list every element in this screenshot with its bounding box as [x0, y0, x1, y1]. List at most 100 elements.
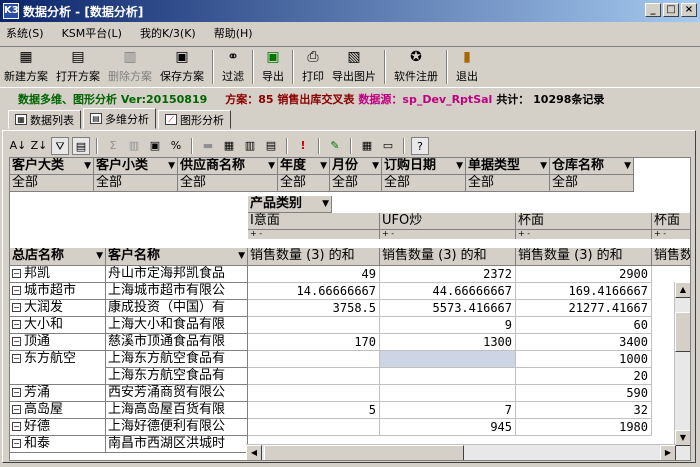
menu-help[interactable]: 帮助(H): [214, 25, 253, 41]
collapse-icon[interactable]: −: [12, 269, 21, 278]
alert-icon[interactable]: !: [294, 137, 312, 155]
print-button[interactable]: ⎙ 打印: [298, 47, 328, 87]
tab-chart[interactable]: ⟋ 图形分析: [158, 110, 231, 129]
collapse-icon[interactable]: −: [12, 439, 21, 448]
maximize-button[interactable]: □: [663, 3, 679, 17]
filter-warehouse[interactable]: 仓库名称 ▼: [550, 158, 634, 175]
document-icon[interactable]: ▭: [379, 137, 397, 155]
horizontal-scrollbar[interactable]: ◀ ▶: [246, 444, 676, 460]
scroll-up-icon[interactable]: ▲: [675, 282, 690, 298]
menu-mykis[interactable]: 我的K/3(K): [140, 25, 196, 41]
register-button[interactable]: ✪ 软件注册: [390, 47, 442, 87]
pivot-toolbar: A↓ Z↓ ⛛ ▤ Σ ▥ ▣ % ▬ ▦ ▥ ▤ ! ✎ ▦ ▭ ?: [9, 135, 429, 157]
filter-month[interactable]: 月份 ▼: [330, 158, 382, 175]
collapse-icon[interactable]: −: [12, 286, 21, 295]
filter-year[interactable]: 年度 ▼: [278, 158, 330, 175]
store-cell[interactable]: − 大润发: [10, 300, 106, 317]
calc-field-icon[interactable]: ▥: [125, 137, 143, 155]
expand-collapse-buttons[interactable]: + -: [516, 230, 652, 239]
tab-data-list[interactable]: ▦ 数据列表: [8, 110, 81, 129]
collapse-icon[interactable]: −: [12, 354, 21, 363]
filter-value: 全部: [94, 175, 178, 192]
rows-icon[interactable]: ▤: [262, 137, 280, 155]
row-field-customer[interactable]: 客户名称 ▼: [106, 248, 248, 266]
store-cell[interactable]: − 和泰: [10, 436, 106, 453]
scroll-left-icon[interactable]: ◀: [246, 445, 262, 460]
store-cell[interactable]: − 顶通: [10, 334, 106, 351]
column-field-product-category[interactable]: 产品类别 ▼: [248, 196, 332, 213]
value-cell: 14.66666667: [248, 283, 380, 300]
export-icon: ▣: [266, 49, 280, 65]
sort-desc-icon[interactable]: Z↓: [30, 137, 48, 155]
store-cell[interactable]: − 城市超市: [10, 283, 106, 300]
filter-doc-type[interactable]: 单据类型 ▼: [466, 158, 550, 175]
filter-customer-subclass[interactable]: 客户小类 ▼: [94, 158, 178, 175]
filter-supplier[interactable]: 供应商名称 ▼: [178, 158, 278, 175]
horizontal-scroll-thumb[interactable]: [264, 445, 464, 460]
scroll-right-icon[interactable]: ▶: [660, 445, 676, 460]
customer-cell: 上海东方航空食品有: [106, 351, 248, 368]
field-list-icon[interactable]: ▤: [72, 137, 90, 155]
store-cell[interactable]: − 好德: [10, 419, 106, 436]
export-excel-icon[interactable]: ✎: [326, 137, 344, 155]
collapse-icon[interactable]: −: [12, 303, 21, 312]
open-plan-button[interactable]: ▤ 打开方案: [52, 47, 104, 87]
filter-order-date[interactable]: 订购日期 ▼: [382, 158, 466, 175]
exit-button[interactable]: ▮ 退出: [452, 47, 482, 87]
menu-ksm[interactable]: KSM平台(L): [62, 25, 122, 41]
calculator-icon[interactable]: ▣: [146, 137, 164, 155]
collapse-icon[interactable]: −: [12, 388, 21, 397]
expand-collapse-buttons[interactable]: + -: [380, 230, 516, 239]
chevron-down-icon: ▼: [238, 251, 245, 261]
export-image-button[interactable]: ▧ 导出图片: [328, 47, 380, 87]
value-cell: [248, 317, 380, 334]
tab-pivot[interactable]: ▤ 多维分析: [83, 108, 156, 129]
measure-header: 销售数量 (3) 的和: [652, 248, 690, 266]
collapse-icon[interactable]: −: [12, 320, 21, 329]
store-cell[interactable]: − 高岛屋: [10, 402, 106, 419]
collapse-icon[interactable]: −: [12, 422, 21, 431]
expand-all-icon[interactable]: ▦: [220, 137, 238, 155]
measure-header: 销售数量 (3) 的和: [516, 248, 652, 266]
row-field-store[interactable]: 总店名称 ▼: [10, 248, 106, 266]
chevron-down-icon: ▼: [372, 161, 379, 171]
minimize-button[interactable]: _: [645, 3, 661, 17]
expand-collapse-buttons[interactable]: + -: [652, 230, 690, 239]
view-tabs: ▦ 数据列表 ▤ 多维分析 ⟋ 图形分析: [8, 108, 233, 130]
percent-icon[interactable]: %: [167, 137, 185, 155]
menu-system[interactable]: 系统(S): [6, 25, 44, 41]
close-button[interactable]: ×: [681, 3, 697, 17]
new-plan-button[interactable]: ▦ 新建方案: [0, 47, 52, 87]
store-cell[interactable]: − 邦凯: [10, 266, 106, 283]
sort-asc-icon[interactable]: A↓: [9, 137, 27, 155]
scroll-down-icon[interactable]: ▼: [675, 430, 690, 446]
expand-collapse-buttons[interactable]: + -: [248, 230, 380, 239]
selected-value-cell[interactable]: [380, 351, 516, 368]
sum-icon[interactable]: Σ: [104, 137, 122, 155]
toolbar-separator: [384, 50, 386, 84]
filter-button[interactable]: ⚭ 过滤: [218, 47, 248, 87]
value-cell: 9: [380, 317, 516, 334]
export-button[interactable]: ▣ 导出: [258, 47, 288, 87]
store-cell[interactable]: − 大小和: [10, 317, 106, 334]
filter-value: 全部: [382, 175, 466, 192]
vertical-scrollbar[interactable]: ▲ ▼: [674, 282, 690, 460]
store-cell[interactable]: − 东方航空: [10, 351, 106, 385]
properties-icon[interactable]: ▦: [358, 137, 376, 155]
columns-icon[interactable]: ▥: [241, 137, 259, 155]
collapse-icon[interactable]: ▬: [199, 137, 217, 155]
value-cell: 7: [380, 402, 516, 419]
vertical-scroll-thumb[interactable]: [675, 312, 690, 352]
help-icon[interactable]: ?: [411, 137, 429, 155]
delete-plan-button[interactable]: ▥ 删除方案: [104, 47, 156, 87]
filter-customer-class[interactable]: 客户大类 ▼: [10, 158, 94, 175]
filter-funnel-icon[interactable]: ⛛: [51, 137, 69, 155]
customer-cell: 康成投资（中国）有: [106, 300, 248, 317]
app-icon: K3: [3, 3, 19, 19]
save-plan-button[interactable]: ▣ 保存方案: [156, 47, 208, 87]
collapse-icon[interactable]: −: [12, 405, 21, 414]
store-cell[interactable]: − 芳涌: [10, 385, 106, 402]
grid-delete-icon: ▥: [123, 49, 137, 65]
collapse-icon[interactable]: −: [12, 337, 21, 346]
menu-bar: 系统(S) KSM平台(L) 我的K/3(K) 帮助(H): [0, 22, 700, 44]
